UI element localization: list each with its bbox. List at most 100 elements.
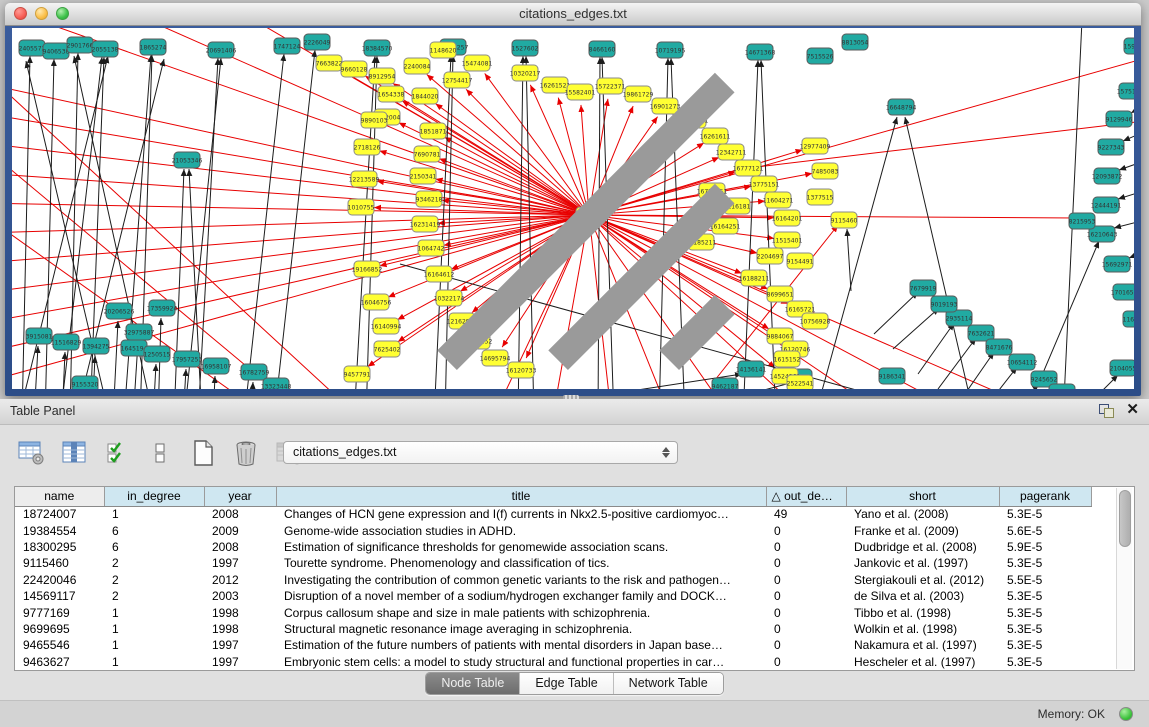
window-titlebar[interactable]: citations_edges.txt (5, 3, 1141, 26)
table-cell: 6 (104, 522, 204, 538)
table-cell: 2009 (204, 522, 276, 538)
table-row[interactable]: 1456911722003Disruption of a novel membe… (15, 588, 1091, 604)
table-chooser-dropdown[interactable]: citations_edges.txt (283, 441, 678, 464)
table-cell: 1 (104, 637, 204, 653)
table-row[interactable]: 946362711997Embryonic stem cells: a mode… (15, 654, 1091, 670)
resize-grip[interactable] (12, 28, 1133, 388)
unselect-all-button[interactable] (145, 438, 175, 468)
table-cell: Hescheler et al. (1997) (846, 654, 999, 670)
table-cell: Tourette syndrome. Phenomenology and cla… (276, 555, 766, 571)
table-cell: 6 (104, 539, 204, 555)
zoom-window-button[interactable] (56, 7, 69, 20)
table-cell: 5.3E-5 (999, 654, 1091, 670)
table-cell: 1997 (204, 555, 276, 571)
table-toolbar: f(x) citations_edges.txt (0, 425, 1149, 481)
table-cell: 9465546 (15, 637, 104, 653)
column-header[interactable]: pagerank (999, 487, 1091, 506)
memory-status-indicator (1119, 707, 1133, 721)
table-cell: 18724007 (15, 506, 104, 522)
table-cell: 19384554 (15, 522, 104, 538)
table-cell: 0 (766, 572, 846, 588)
table-cell: 2008 (204, 539, 276, 555)
table-settings-button[interactable] (16, 438, 46, 468)
table-row[interactable]: 977716911998Corpus callosum shape and si… (15, 604, 1091, 620)
table-row[interactable]: 2242004622012Investigating the contribut… (15, 572, 1091, 588)
table-row[interactable]: 911546021997Tourette syndrome. Phenomeno… (15, 555, 1091, 571)
table-cell: 9777169 (15, 604, 104, 620)
table-chooser-value: citations_edges.txt (293, 445, 397, 459)
table-cell: 0 (766, 654, 846, 670)
float-panel-icon[interactable] (1098, 402, 1114, 418)
close-window-button[interactable] (14, 7, 27, 20)
table-cell: 1 (104, 654, 204, 670)
table-cell: 0 (766, 522, 846, 538)
table-scrollbar[interactable] (1116, 488, 1132, 669)
network-window: citations_edges.txt 24055729406538290176… (5, 3, 1141, 396)
status-bar: Memory: OK (0, 700, 1149, 727)
select-all-button[interactable] (102, 438, 132, 468)
table-cell: 1 (104, 604, 204, 620)
table-cell: 1 (104, 506, 204, 522)
delete-trash-button[interactable] (231, 438, 261, 468)
table-cell: Disruption of a novel member of a sodium… (276, 588, 766, 604)
table-cell: Embryonic stem cells: a model to study s… (276, 654, 766, 670)
table-cell: 49 (766, 506, 846, 522)
table-cell: 9463627 (15, 654, 104, 670)
table-panel: Table Panel ✕ (0, 399, 1149, 727)
column-header[interactable]: year (204, 487, 276, 506)
table-cell: 18300295 (15, 539, 104, 555)
table-cell: Estimation of the future numbers of pati… (276, 637, 766, 653)
node-table-viewport: namein_degreeyeartitle△ out_de…shortpage… (14, 486, 1135, 671)
tab-node-table[interactable]: Node Table (426, 673, 519, 694)
close-panel-icon[interactable]: ✕ (1126, 402, 1139, 418)
tab-edge-table[interactable]: Edge Table (519, 673, 612, 694)
new-table-button[interactable] (188, 438, 218, 468)
column-header[interactable]: short (846, 487, 999, 506)
table-cell: 0 (766, 555, 846, 571)
table-row[interactable]: 1938455462009Genome-wide association stu… (15, 522, 1091, 538)
table-cell: 1 (104, 621, 204, 637)
table-cell: 1998 (204, 621, 276, 637)
network-canvas[interactable]: 2405572940653829017662055138186527420691… (12, 28, 1134, 389)
table-cell: Corpus callosum shape and size in male p… (276, 604, 766, 620)
table-cell: 5.3E-5 (999, 637, 1091, 653)
select-column-button[interactable] (59, 438, 89, 468)
table-cell: 2 (104, 555, 204, 571)
network-frame: 2405572940653829017662055138186527420691… (5, 26, 1141, 396)
table-cell: Nakamura et al. (1997) (846, 637, 999, 653)
table-cell: Stergiakouli et al. (2012) (846, 572, 999, 588)
table-cell: Estimation of significance thresholds fo… (276, 539, 766, 555)
window-title: citations_edges.txt (5, 3, 1141, 25)
table-type-tabs: Node Table Edge Table Network Table (425, 672, 723, 695)
table-cell: 2003 (204, 588, 276, 604)
table-cell: 0 (766, 637, 846, 653)
table-scrollbar-thumb[interactable] (1119, 490, 1131, 547)
column-header[interactable]: name (15, 487, 104, 506)
column-header[interactable]: title (276, 487, 766, 506)
table-cell: 2012 (204, 572, 276, 588)
table-row[interactable]: 969969511998Structural magnetic resonanc… (15, 621, 1091, 637)
column-header[interactable]: △ out_de… (766, 487, 846, 506)
node-table: namein_degreeyeartitle△ out_de…shortpage… (15, 487, 1092, 670)
table-cell: 5.5E-5 (999, 572, 1091, 588)
table-cell: de Silva et al. (2003) (846, 588, 999, 604)
table-panel-title: Table Panel (10, 399, 75, 424)
table-cell: Jankovic et al. (1997) (846, 555, 999, 571)
table-cell: 9115460 (15, 555, 104, 571)
minimize-window-button[interactable] (35, 7, 48, 20)
table-cell: 1997 (204, 654, 276, 670)
column-header[interactable]: in_degree (104, 487, 204, 506)
table-row[interactable]: 1872400712008Changes of HCN gene express… (15, 506, 1091, 522)
tab-network-table[interactable]: Network Table (613, 673, 723, 694)
table-row[interactable]: 946554611997Estimation of the future num… (15, 637, 1091, 653)
table-cell: 1997 (204, 637, 276, 653)
table-cell: 9699695 (15, 621, 104, 637)
table-cell: Wolkin et al. (1998) (846, 621, 999, 637)
table-cell: 5.6E-5 (999, 522, 1091, 538)
table-cell: Yano et al. (2008) (846, 506, 999, 522)
table-cell: 5.9E-5 (999, 539, 1091, 555)
table-row[interactable]: 1830029562008Estimation of significance … (15, 539, 1091, 555)
table-cell: Structural magnetic resonance image aver… (276, 621, 766, 637)
table-cell: 5.3E-5 (999, 588, 1091, 604)
table-panel-header: Table Panel ✕ (0, 399, 1149, 425)
